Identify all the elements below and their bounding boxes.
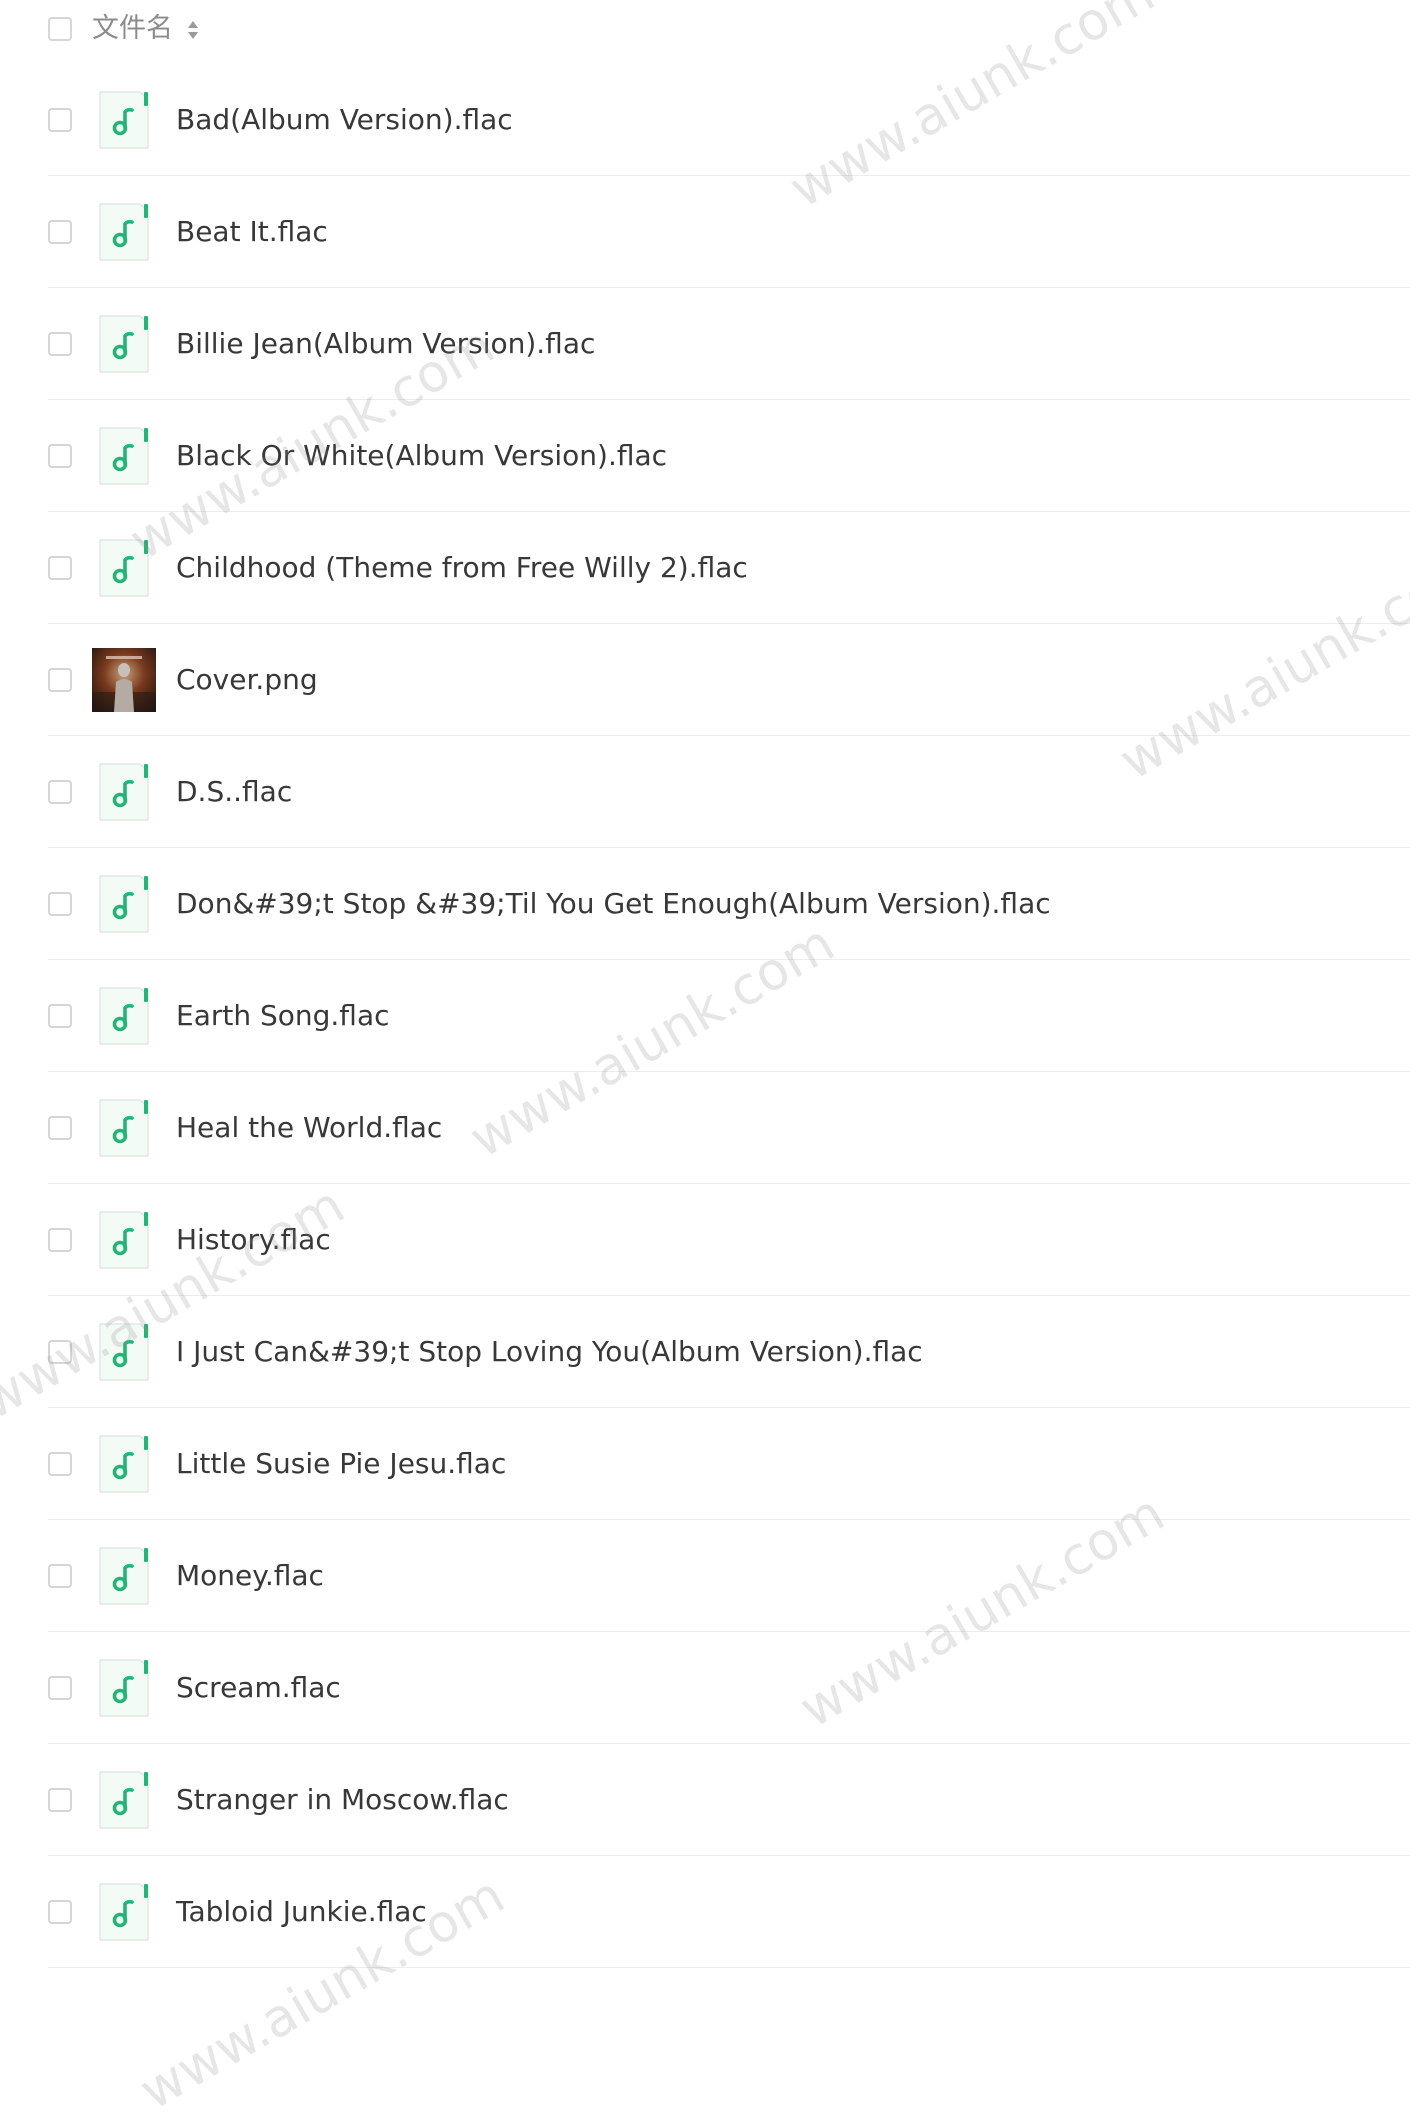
file-name[interactable]: D.S..flac [176, 772, 292, 812]
file-row[interactable]: Stranger in Moscow.flac [0, 1744, 1410, 1856]
music-file-icon [99, 1099, 149, 1157]
file-list: Bad(Album Version).flac Beat It.flac Billi… [0, 64, 1410, 1968]
music-file-icon [99, 763, 149, 821]
file-checkbox[interactable] [48, 1676, 72, 1700]
music-file-icon [99, 203, 149, 261]
file-checkbox[interactable] [48, 780, 72, 804]
music-file-icon [99, 1659, 149, 1717]
file-row[interactable]: Bad(Album Version).flac [0, 64, 1410, 176]
file-checkbox[interactable] [48, 1228, 72, 1252]
select-all-checkbox[interactable] [48, 17, 72, 41]
file-checkbox[interactable] [48, 1004, 72, 1028]
file-row[interactable]: Heal the World.flac [0, 1072, 1410, 1184]
music-file-icon [99, 1771, 149, 1829]
file-name[interactable]: Billie Jean(Album Version).flac [176, 324, 595, 364]
file-checkbox[interactable] [48, 1788, 72, 1812]
music-file-icon [99, 1435, 149, 1493]
music-file-icon [99, 1323, 149, 1381]
file-name[interactable]: Earth Song.flac [176, 996, 390, 1036]
file-checkbox[interactable] [48, 1340, 72, 1364]
list-header: 文件名 [0, 0, 1410, 60]
file-row[interactable]: Billie Jean(Album Version).flac [0, 288, 1410, 400]
file-checkbox[interactable] [48, 444, 72, 468]
file-checkbox[interactable] [48, 1564, 72, 1588]
music-file-icon [99, 1883, 149, 1941]
file-row[interactable]: Earth Song.flac [0, 960, 1410, 1072]
file-name[interactable]: Little Susie Pie Jesu.flac [176, 1444, 506, 1484]
music-file-icon [99, 315, 149, 373]
file-name[interactable]: I Just Can&#39;t Stop Loving You(Album V… [176, 1332, 923, 1372]
music-file-icon [99, 875, 149, 933]
music-file-icon [99, 987, 149, 1045]
file-name[interactable]: Money.flac [176, 1556, 324, 1596]
file-row[interactable]: Money.flac [0, 1520, 1410, 1632]
file-row[interactable]: Don&#39;t Stop &#39;Til You Get Enough(A… [0, 848, 1410, 960]
file-name[interactable]: Bad(Album Version).flac [176, 100, 513, 140]
music-file-icon [99, 427, 149, 485]
file-checkbox[interactable] [48, 108, 72, 132]
file-checkbox[interactable] [48, 220, 72, 244]
row-divider [48, 1967, 1410, 1968]
music-file-icon [99, 539, 149, 597]
file-row[interactable]: Scream.flac [0, 1632, 1410, 1744]
file-row[interactable]: D.S..flac [0, 736, 1410, 848]
sort-icon[interactable] [186, 18, 200, 42]
file-row[interactable]: I Just Can&#39;t Stop Loving You(Album V… [0, 1296, 1410, 1408]
file-row[interactable]: Beat It.flac [0, 176, 1410, 288]
file-name[interactable]: History.flac [176, 1220, 331, 1260]
file-row[interactable]: Tabloid Junkie.flac [0, 1856, 1410, 1968]
file-name[interactable]: Heal the World.flac [176, 1108, 442, 1148]
file-name[interactable]: Cover.png [176, 660, 318, 700]
file-name[interactable]: Beat It.flac [176, 212, 328, 252]
file-name[interactable]: Childhood (Theme from Free Willy 2).flac [176, 548, 748, 588]
file-checkbox[interactable] [48, 892, 72, 916]
music-file-icon [99, 1547, 149, 1605]
file-checkbox[interactable] [48, 1452, 72, 1476]
file-name[interactable]: Don&#39;t Stop &#39;Til You Get Enough(A… [176, 884, 1051, 924]
file-row[interactable]: Little Susie Pie Jesu.flac [0, 1408, 1410, 1520]
file-checkbox[interactable] [48, 332, 72, 356]
cover-thumbnail[interactable] [92, 648, 156, 712]
file-name[interactable]: Stranger in Moscow.flac [176, 1780, 509, 1820]
file-checkbox[interactable] [48, 556, 72, 580]
file-row[interactable]: Cover.png [0, 624, 1410, 736]
file-name[interactable]: Tabloid Junkie.flac [176, 1892, 427, 1932]
file-checkbox[interactable] [48, 1116, 72, 1140]
music-file-icon [99, 1211, 149, 1269]
music-file-icon [99, 91, 149, 149]
file-name[interactable]: Black Or White(Album Version).flac [176, 436, 667, 476]
file-name[interactable]: Scream.flac [176, 1668, 341, 1708]
file-checkbox[interactable] [48, 668, 72, 692]
file-row[interactable]: History.flac [0, 1184, 1410, 1296]
file-row[interactable]: Black Or White(Album Version).flac [0, 400, 1410, 512]
column-header-filename[interactable]: 文件名 [92, 11, 173, 47]
file-row[interactable]: Childhood (Theme from Free Willy 2).flac [0, 512, 1410, 624]
file-checkbox[interactable] [48, 1900, 72, 1924]
